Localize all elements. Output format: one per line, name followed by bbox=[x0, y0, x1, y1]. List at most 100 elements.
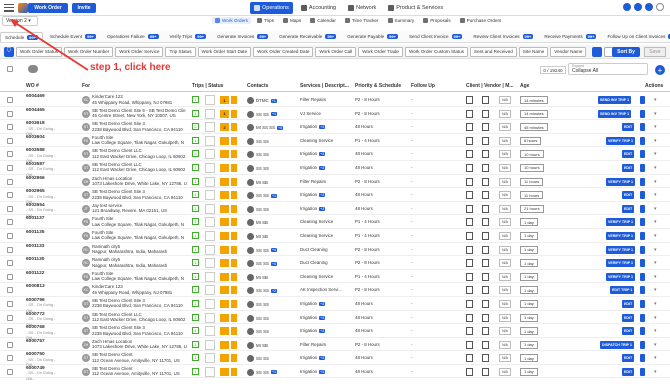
trip-status-icon[interactable] bbox=[205, 339, 215, 350]
status-badge[interactable] bbox=[220, 367, 229, 376]
trip-status-icon[interactable] bbox=[205, 203, 215, 214]
filter-sent-and-received[interactable]: Sent and Received bbox=[470, 46, 517, 57]
status-badge[interactable] bbox=[220, 286, 229, 295]
action-button[interactable]: EDIT bbox=[622, 204, 635, 213]
vendor-invoice-icon[interactable] bbox=[482, 231, 489, 240]
wo-number[interactable]: 6001122 bbox=[26, 271, 58, 277]
table-row[interactable]: 6002966 ZH Zach Hmas Location 1073 Lakeshor… bbox=[0, 175, 670, 189]
action-button[interactable]: SEND INV TRIP 1 bbox=[598, 109, 632, 118]
expand-row-icon[interactable]: ▾ bbox=[654, 274, 657, 280]
trip-count[interactable]: 1 bbox=[192, 327, 199, 335]
client-invoice-icon[interactable] bbox=[466, 327, 473, 336]
vendor-invoice-icon[interactable] bbox=[482, 354, 489, 363]
trip-status-icon[interactable] bbox=[205, 190, 215, 201]
expand-row-icon[interactable]: ▾ bbox=[654, 233, 657, 239]
more-icon[interactable] bbox=[640, 367, 645, 376]
trip-count[interactable]: 1 bbox=[192, 340, 199, 348]
trip-status-icon[interactable] bbox=[205, 230, 215, 241]
site-address[interactable]: KinderCare 123 45 Whippany Road, Whippany… bbox=[92, 284, 187, 295]
status-badge[interactable] bbox=[220, 204, 229, 213]
contacts[interactable]: SS SS +1 bbox=[247, 192, 278, 200]
more-icon[interactable] bbox=[640, 327, 645, 336]
filter-work-order-custom-status[interactable]: Work Order Custom Status bbox=[404, 46, 469, 57]
more-icon[interactable] bbox=[640, 150, 645, 159]
vendor-invoice-icon[interactable] bbox=[482, 177, 489, 186]
status-badge[interactable] bbox=[220, 259, 229, 268]
row-checkbox[interactable] bbox=[7, 205, 13, 212]
status-badge[interactable]: 2 bbox=[220, 123, 229, 132]
trip-count[interactable]: 1 bbox=[192, 96, 199, 103]
avatar[interactable] bbox=[656, 3, 664, 11]
wo-number[interactable]: 6000757 bbox=[26, 339, 58, 345]
site-address[interactable]: Zach Hmas Location 1073 Lakeshore Drive, … bbox=[92, 339, 187, 350]
vendor-invoice-icon[interactable] bbox=[482, 313, 489, 322]
trip-status-icon[interactable] bbox=[205, 122, 215, 133]
action-button[interactable]: DISPATCH TRIP 1 bbox=[600, 340, 634, 349]
table-row[interactable]: 6000768- SS - On Going - Old... ST SB Test… bbox=[0, 324, 670, 340]
subnav-purchase-orders[interactable]: Purchase Orders bbox=[457, 17, 505, 24]
action-button[interactable]: EDIT bbox=[622, 150, 635, 159]
action-button[interactable]: EDIT bbox=[622, 367, 635, 376]
contacts[interactable]: SS SS bbox=[247, 151, 269, 159]
row-checkbox[interactable] bbox=[7, 328, 13, 335]
client-invoice-icon[interactable] bbox=[466, 286, 473, 295]
client-invoice-icon[interactable] bbox=[466, 354, 473, 363]
action-button[interactable]: VERIFY TRIP 1 bbox=[606, 272, 636, 281]
table-row[interactable]: 6003604 FS Fourth Site Law College Square, … bbox=[0, 134, 670, 148]
subnav-summary[interactable]: Summary bbox=[385, 17, 418, 24]
trip-count[interactable]: 1 bbox=[192, 299, 199, 307]
trip-count[interactable]: 1 bbox=[192, 231, 199, 239]
trip-status-icon[interactable] bbox=[205, 217, 215, 228]
more-icon[interactable] bbox=[640, 286, 645, 295]
site-address[interactable]: SB Test Demo Client Site 9 - SB Test Dem… bbox=[92, 108, 187, 119]
trip-status-icon[interactable] bbox=[205, 176, 215, 187]
trip-status-icon[interactable] bbox=[205, 244, 215, 255]
trip-count[interactable]: 1 bbox=[192, 286, 199, 294]
site-address[interactable]: Fourth Site Law College Square, Tilak Nag… bbox=[92, 230, 187, 241]
action-button[interactable]: EDIT bbox=[622, 191, 635, 200]
table-row[interactable]: 6000796- SS - On Going - Old... ST SB Test… bbox=[0, 297, 670, 313]
add-icon[interactable]: + bbox=[655, 65, 665, 75]
action-button[interactable]: SEND INV TRIP 1 bbox=[598, 96, 632, 104]
subnav-trips[interactable]: Trips bbox=[254, 17, 277, 24]
filter-work-order-trade[interactable]: Work Order Trade bbox=[358, 46, 403, 57]
status-badge[interactable] bbox=[220, 191, 229, 200]
subnav-time-tracker[interactable]: Time Tracker bbox=[342, 17, 382, 24]
expand-row-icon[interactable]: ▾ bbox=[654, 138, 657, 144]
client-invoice-icon[interactable] bbox=[466, 150, 473, 159]
filter-site-name[interactable]: Site Name bbox=[518, 46, 549, 57]
table-row[interactable]: 6000813 KC KinderCare 123 45 Whippany Road,… bbox=[0, 283, 670, 297]
trip-status-icon[interactable] bbox=[205, 95, 215, 105]
expand-row-icon[interactable]: ▾ bbox=[654, 97, 657, 103]
filter-work-order-call[interactable]: Work Order Call bbox=[315, 46, 357, 57]
action-button[interactable]: EDIT TRIP 1 bbox=[610, 286, 635, 295]
filter-work-order-start-date[interactable]: Work Order Start Date bbox=[197, 46, 252, 57]
subnav-proposals[interactable]: Proposals bbox=[420, 17, 453, 24]
trip-count[interactable]: 1 bbox=[192, 218, 199, 226]
status-badge[interactable] bbox=[220, 245, 229, 254]
wo-number[interactable]: 6000813 bbox=[26, 284, 58, 290]
vendor-invoice-icon[interactable] bbox=[482, 272, 489, 281]
client-invoice-icon[interactable] bbox=[466, 245, 473, 254]
tab-receive-payments[interactable]: Receive Payments 99+ bbox=[540, 32, 600, 42]
client-invoice-icon[interactable] bbox=[466, 340, 473, 349]
more-icon[interactable] bbox=[640, 123, 645, 132]
wo-number[interactable]: 6001137 bbox=[26, 216, 58, 222]
vendor-invoice-icon[interactable] bbox=[482, 191, 489, 200]
contacts[interactable]: SS SS bbox=[247, 300, 269, 308]
filter-vendor-name[interactable]: Vendor Name bbox=[550, 46, 587, 57]
wo-number[interactable]: 6000749- SS - On Going - Old... bbox=[26, 366, 58, 383]
action-button[interactable]: EDIT bbox=[622, 327, 635, 336]
site-address[interactable]: SB Test Demo Client LLC 112 East Wacker D… bbox=[92, 148, 187, 159]
more-icon[interactable] bbox=[640, 272, 645, 281]
site-address[interactable]: SB Test Demo Client Site 3 2238 Baywood B… bbox=[92, 189, 187, 200]
site-address[interactable]: KinderCare 123 45 Whippany Road, Whippany… bbox=[92, 94, 187, 105]
site-address[interactable]: Ramnath city5 Nagpur, Maharashtra, India,… bbox=[92, 244, 187, 255]
tab-review-client-invoices[interactable]: Review Client Invoices 99+ bbox=[469, 32, 537, 42]
site-address[interactable]: SB Test Demo Client Site 3 2238 Baywood B… bbox=[92, 121, 187, 132]
list-view-icon[interactable] bbox=[592, 46, 603, 57]
contacts[interactable]: SS SS bbox=[247, 205, 269, 213]
status-badge[interactable] bbox=[220, 313, 229, 322]
more-icon[interactable] bbox=[640, 218, 645, 227]
status-badge[interactable] bbox=[220, 272, 229, 281]
